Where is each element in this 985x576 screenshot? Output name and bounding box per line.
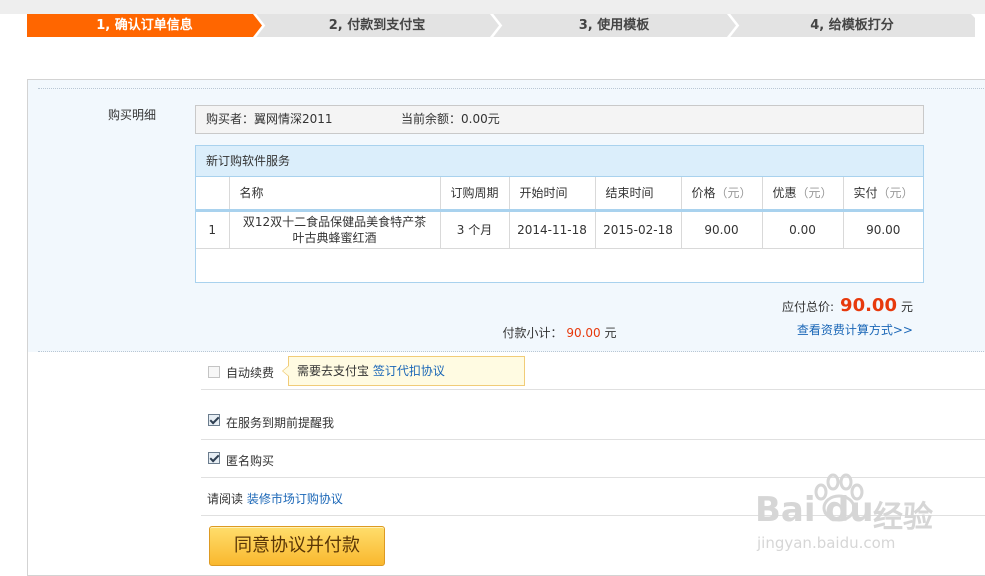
- col-price-unit: （元）: [715, 186, 752, 201]
- cell-index: 1: [196, 210, 230, 249]
- step-4: 4, 给模板打分: [729, 14, 975, 37]
- remind-checkbox[interactable]: [208, 414, 220, 426]
- buyer-name: 翼网情深2011: [254, 112, 333, 126]
- total-price: 应付总价: 90.00 元: [782, 295, 913, 316]
- col-paid-label: 实付: [853, 186, 878, 201]
- subtotal-unit: 元: [604, 326, 617, 340]
- auto-renew-row: 自动续费 需要去支付宝 签订代扣协议: [201, 352, 985, 390]
- step-1-label: 1, 确认订单信息: [96, 18, 193, 33]
- divider: [38, 88, 985, 89]
- auto-renew-label: 自动续费: [226, 366, 275, 380]
- col-discount-unit: （元）: [796, 186, 833, 201]
- step-1: 1, 确认订单信息: [27, 14, 262, 37]
- total-label: 应付总价:: [782, 300, 835, 314]
- tip-text: 需要去支付宝: [297, 364, 370, 378]
- anonymous-label: 匿名购买: [226, 454, 275, 468]
- watermark-brand-du: du: [825, 490, 874, 530]
- balance: 当前余额：0.00元: [401, 106, 500, 133]
- subtotal-label: 付款小计：: [502, 326, 563, 340]
- order-table-box: 新订购软件服务 名称 订购周期 开始时间 结束时间 价格（元） 优惠（元） 实付…: [195, 145, 924, 340]
- table-row: 1 双12双十二食品保健品美食特产茶叶古典蜂蜜红酒 3 个月 2014-11-1…: [196, 210, 923, 249]
- col-index: [196, 177, 230, 212]
- auto-renew-tip: 需要去支付宝 签订代扣协议: [282, 356, 525, 386]
- step-3: 3, 使用模板: [492, 14, 736, 37]
- baidu-jingyan-watermark: Bai du 经验 jingyan.baidu.com: [755, 470, 985, 570]
- col-end: 结束时间: [595, 177, 682, 212]
- col-start: 开始时间: [509, 177, 596, 212]
- order-title: 新订购软件服务: [196, 146, 923, 177]
- balance-label: 当前余额：: [401, 112, 462, 126]
- table-header-row: 名称 订购周期 开始时间 结束时间 价格（元） 优惠（元） 实付（元）: [196, 177, 923, 212]
- total-value: 90.00: [840, 295, 897, 316]
- col-period: 订购周期: [440, 177, 510, 212]
- balance-value: 0.00元: [461, 112, 500, 126]
- total-unit: 元: [900, 300, 913, 314]
- subtotal-value: 90.00: [566, 326, 601, 340]
- sign-agreement-link[interactable]: 签订代扣协议: [373, 364, 445, 378]
- cell-name: 双12双十二食品保健品美食特产茶叶古典蜂蜜红酒: [229, 210, 441, 249]
- purchase-detail-label: 购买明细: [108, 108, 157, 122]
- col-paid: 实付（元）: [843, 177, 923, 212]
- step-2: 2, 付款到支付宝: [255, 14, 499, 37]
- cell-start: 2014-11-18: [509, 210, 596, 249]
- checkout-steps: 1, 确认订单信息 2, 付款到支付宝 3, 使用模板 4, 给模板打分: [27, 14, 975, 37]
- buyer-info-box: 购买者：翼网情深2011 当前余额：0.00元: [195, 105, 924, 134]
- watermark-suffix: 经验: [873, 500, 933, 535]
- cell-period: 3 个月: [440, 210, 510, 249]
- watermark-url: jingyan.baidu.com: [757, 534, 896, 552]
- col-name: 名称: [229, 177, 441, 212]
- col-discount: 优惠（元）: [762, 177, 844, 212]
- agree-and-pay-button[interactable]: 同意协议并付款: [209, 526, 385, 566]
- cell-discount: 0.00: [762, 210, 844, 249]
- cell-price: 90.00: [681, 210, 763, 249]
- remind-row: 在服务到期前提醒我: [201, 402, 985, 440]
- anonymous-checkbox[interactable]: [208, 452, 220, 464]
- buyer-label: 购买者：: [206, 112, 255, 126]
- cell-end: 2015-02-18: [595, 210, 682, 249]
- watermark-brand: Bai: [755, 490, 816, 530]
- step-3-label: 3, 使用模板: [578, 18, 650, 33]
- col-paid-unit: （元）: [877, 186, 914, 201]
- step-4-label: 4, 给模板打分: [810, 18, 894, 33]
- cell-paid: 90.00: [843, 210, 923, 249]
- remind-label: 在服务到期前提醒我: [226, 416, 335, 430]
- fee-calc-link[interactable]: 查看资费计算方式>>: [797, 321, 913, 338]
- step-2-label: 2, 付款到支付宝: [328, 18, 426, 33]
- col-discount-label: 优惠: [772, 186, 797, 201]
- auto-renew-checkbox[interactable]: [208, 366, 220, 378]
- col-price: 价格（元）: [681, 177, 763, 212]
- col-price-label: 价格: [691, 186, 716, 201]
- top-band: [0, 0, 985, 14]
- order-table: 名称 订购周期 开始时间 结束时间 价格（元） 优惠（元） 实付（元） 1 双1…: [196, 177, 923, 249]
